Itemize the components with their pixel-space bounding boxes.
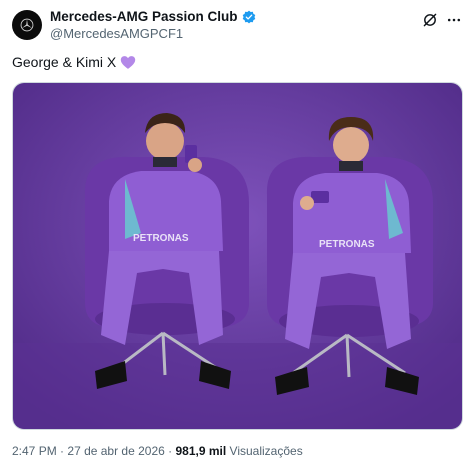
right-suit-logo: PETRONAS — [319, 239, 375, 250]
account-names: Mercedes-AMG Passion Club @MercedesAMGPC… — [50, 8, 256, 42]
timestamp-time[interactable]: 2:47 PM — [12, 444, 57, 458]
tweet-text-content: George & Kimi X — [12, 54, 117, 70]
views-count[interactable]: 981,9 mil — [176, 444, 227, 458]
display-name[interactable]: Mercedes-AMG Passion Club — [50, 8, 238, 25]
avatar[interactable] — [12, 10, 42, 40]
mercedes-star-icon — [20, 18, 34, 32]
tweet-meta: 2:47 PM · 27 de abr de 2026 · 981,9 mil … — [12, 444, 303, 458]
left-suit-logo: PETRONAS — [133, 233, 189, 244]
handle[interactable]: @MercedesAMGPCF1 — [50, 25, 256, 42]
grok-icon[interactable] — [422, 12, 438, 28]
verified-badge-icon — [242, 10, 255, 23]
more-options-icon[interactable] — [446, 12, 462, 28]
tweet-text: George & Kimi X — [12, 53, 136, 71]
purple-heart-icon — [121, 55, 136, 69]
timestamp-date[interactable]: 27 de abr de 2026 — [67, 444, 164, 458]
tweet-media-photo[interactable]: PETRONAS PETRONAS — [12, 82, 463, 430]
photo-illustration: PETRONAS PETRONAS — [13, 83, 462, 429]
views-label: Visualizações — [229, 444, 303, 458]
meta-separator-2: · — [168, 444, 173, 458]
tweet-header: Mercedes-AMG Passion Club @MercedesAMGPC… — [12, 8, 464, 44]
display-name-row[interactable]: Mercedes-AMG Passion Club — [50, 8, 256, 25]
meta-separator: · — [60, 444, 65, 458]
